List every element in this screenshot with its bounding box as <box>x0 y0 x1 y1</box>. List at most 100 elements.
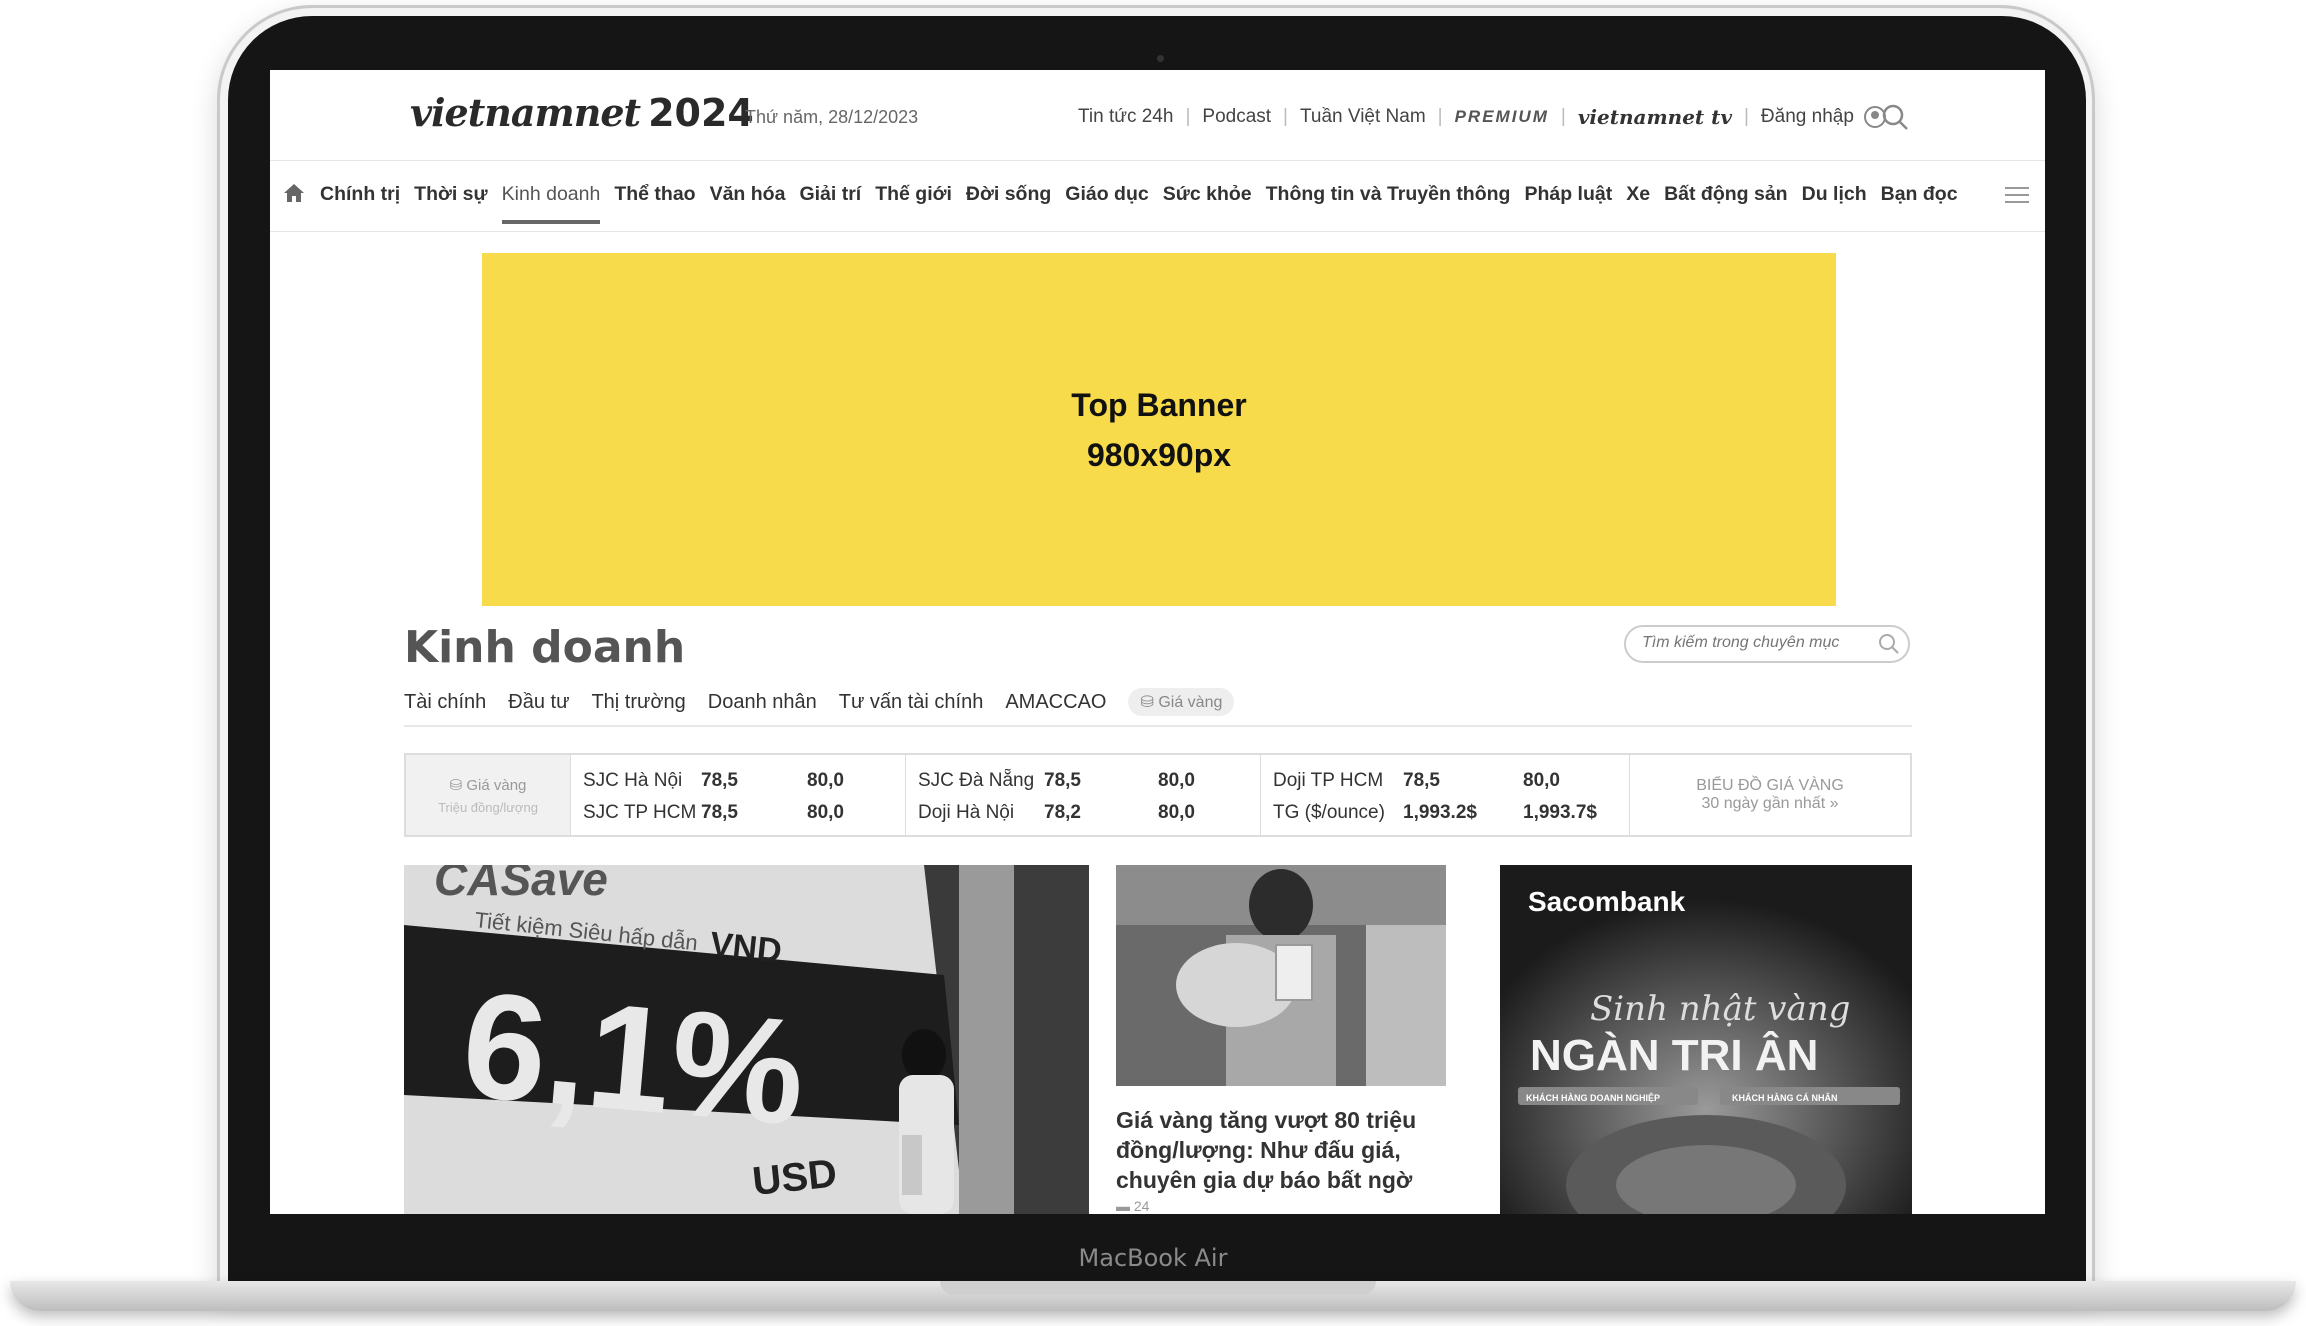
top-banner-ad[interactable]: Top Banner 980x90px <box>482 253 1836 606</box>
article-title[interactable]: Giá vàng tăng vượt 80 triệu đồng/lượng: … <box>1116 1105 1446 1195</box>
nav-item-phap-luat[interactable]: Pháp luật <box>1524 183 1612 206</box>
nav-item-van-hoa[interactable]: Văn hóa <box>710 183 786 206</box>
nav-item-kinh-doanh[interactable]: Kinh doanh <box>501 183 600 224</box>
nav-item-chinh-tri[interactable]: Chính trị <box>320 183 400 206</box>
nav-item-bat-dong-san[interactable]: Bất động sản <box>1664 183 1788 206</box>
site-logo[interactable]: vietnamnet 2024 <box>410 90 754 135</box>
gold-sell: 80,0 <box>807 770 844 791</box>
nav-item-giai-tri[interactable]: Giải trí <box>799 183 861 206</box>
gold-buy: 78,5 <box>701 770 738 791</box>
gold-chart-link[interactable]: BIỂU ĐỒ GIÁ VÀNG 30 ngày gần nhất » <box>1630 755 1910 835</box>
banner-line1: Top Banner <box>1071 386 1247 423</box>
gold-sell: 1,993.7$ <box>1523 802 1597 823</box>
logo-text: vietnamnet <box>410 90 641 135</box>
savings-usd: USD <box>750 1151 839 1204</box>
gold-name: SJC TP HCM <box>583 802 697 823</box>
nav-item-the-thao[interactable]: Thể thao <box>614 183 695 206</box>
featured-image-savings-rate[interactable]: CASave Tiết kiệm Siêu hấp dẫn VND 6,1% U… <box>404 865 1089 1214</box>
search-icon[interactable] <box>1880 102 1910 132</box>
gold-column-3: Doji TP HCM 78,5 80,0 TG ($/ounce) 1,993… <box>1261 755 1630 835</box>
nav-item-thong-tin-truyen-thong[interactable]: Thông tin và Truyền thông <box>1266 183 1511 206</box>
section-title: Kinh doanh <box>404 622 686 673</box>
banner-line2: 980x90px <box>1086 436 1232 473</box>
separator: | <box>1185 106 1191 127</box>
premium-link[interactable]: PREMIUM <box>1455 107 1549 127</box>
gold-widget-title: ⛁ Giá vàng <box>449 776 527 794</box>
gold-name: TG ($/ounce) <box>1273 802 1385 823</box>
gold-sell: 80,0 <box>807 802 844 823</box>
ad-headline: NGÀN TRI ÂN <box>1530 1030 1818 1080</box>
category-search[interactable] <box>1624 625 1910 663</box>
top-links: Tin tức 24h | Podcast | Tuần Việt Nam | … <box>1078 105 1886 129</box>
top-link-tin-tuc-24h[interactable]: Tin tức 24h <box>1078 106 1173 128</box>
browser-screen: vietnamnet 2024 Thứ năm, 28/12/2023 Tin … <box>270 70 2045 1214</box>
comment-icon: ▬ <box>1116 1198 1130 1214</box>
gold-price-pill[interactable]: ⛁ Giá vàng <box>1128 688 1235 716</box>
gold-name: SJC Đà Nẵng <box>918 770 1035 791</box>
gold-bar-icon: ⛁ <box>449 776 463 794</box>
home-icon[interactable] <box>282 181 306 205</box>
divider <box>404 725 1912 727</box>
subnav-amaccao[interactable]: AMACCAO <box>1005 691 1106 714</box>
login-link[interactable]: Đăng nhập <box>1761 106 1854 128</box>
gold-buy: 78,5 <box>701 802 738 823</box>
gold-row: TG ($/ounce) 1,993.2$ 1,993.7$ <box>1273 797 1617 829</box>
nav-item-doi-song[interactable]: Đời sống <box>966 183 1051 206</box>
gold-buy: 78,2 <box>1044 802 1081 823</box>
sacombank-ad[interactable]: Sacombank Sinh nhật vàng NGÀN TRI ÂN KHÁ… <box>1500 865 1912 1214</box>
gold-buy: 1,993.2$ <box>1403 802 1477 823</box>
subnav-thi-truong[interactable]: Thị trường <box>591 691 685 714</box>
savings-currency: VND <box>708 925 783 970</box>
section-subnav: Tài chính Đầu tư Thị trường Doanh nhân T… <box>404 688 1235 716</box>
top-link-tuan-viet-nam[interactable]: Tuần Việt Nam <box>1300 106 1426 128</box>
savings-brand: CASave <box>434 865 608 905</box>
subnav-tai-chinh[interactable]: Tài chính <box>404 691 486 714</box>
gold-sell: 80,0 <box>1523 770 1560 791</box>
nav-item-the-gioi[interactable]: Thế giới <box>875 183 952 206</box>
header-date: Thứ năm, 28/12/2023 <box>745 107 919 127</box>
main-nav: Chính trị Thời sự Kinh doanh Thể thao Vă… <box>270 160 2045 232</box>
gold-column-1: SJC Hà Nội 78,5 80,0 SJC TP HCM 78,5 80,… <box>571 755 906 835</box>
subnav-dau-tu[interactable]: Đầu tư <box>508 691 569 714</box>
ad-brand: Sacombank <box>1528 886 1686 917</box>
gold-unit: Triệu đồng/lượng <box>438 799 538 815</box>
nav-item-xe[interactable]: Xe <box>1626 183 1650 206</box>
nav-items: Chính trị Thời sự Kinh doanh Thể thao Vă… <box>320 183 1958 224</box>
gold-row: Doji TP HCM 78,5 80,0 <box>1273 765 1617 797</box>
ad-tag-personal: KHÁCH HÀNG CÁ NHÂN <box>1732 1092 1838 1103</box>
nav-item-du-lich[interactable]: Du lịch <box>1802 183 1867 206</box>
gold-row: SJC Hà Nội 78,5 80,0 <box>583 765 893 797</box>
top-link-podcast[interactable]: Podcast <box>1202 106 1271 128</box>
gold-chart-title: BIỂU ĐỒ GIÁ VÀNG <box>1696 777 1844 794</box>
camera-dot <box>1157 55 1164 62</box>
nav-item-thoi-su[interactable]: Thời sự <box>414 183 488 206</box>
hamburger-menu-icon[interactable] <box>2005 185 2029 205</box>
gold-pill-label: Giá vàng <box>1158 694 1223 711</box>
nav-item-ban-doc[interactable]: Bạn đọc <box>1881 183 1958 206</box>
comment-count[interactable]: ▬ 24 <box>1116 1198 1149 1214</box>
gold-name: Doji Hà Nội <box>918 802 1015 823</box>
savings-rate-photo: CASave Tiết kiệm Siêu hấp dẫn VND 6,1% U… <box>404 865 1089 1214</box>
category-search-icon[interactable] <box>1878 633 1900 655</box>
gold-row: SJC TP HCM 78,5 80,0 <box>583 797 893 829</box>
nav-item-giao-duc[interactable]: Giáo dục <box>1065 183 1148 206</box>
gold-name: Doji TP HCM <box>1273 770 1384 791</box>
gold-row: SJC Đà Nẵng 78,5 80,0 <box>918 765 1248 797</box>
gold-column-2: SJC Đà Nẵng 78,5 80,0 Doji Hà Nội 78,2 8… <box>906 755 1261 835</box>
device-label: MacBook Air <box>1078 1244 1228 1272</box>
separator: | <box>1283 106 1288 127</box>
featured-image-gold-bar[interactable] <box>1116 865 1446 1086</box>
gold-buy: 78,5 <box>1044 770 1081 791</box>
nav-item-suc-khoe[interactable]: Sức khỏe <box>1163 183 1252 206</box>
vietnamnet-tv-link[interactable]: vietnamnet tv <box>1578 105 1732 129</box>
gold-bar-photo <box>1116 865 1446 1086</box>
category-search-input[interactable] <box>1640 633 1874 653</box>
gold-buy: 78,5 <box>1403 770 1440 791</box>
subnav-tu-van-tai-chinh[interactable]: Tư vấn tài chính <box>839 691 984 714</box>
subnav-doanh-nhan[interactable]: Doanh nhân <box>708 691 817 714</box>
gold-price-widget: ⛁ Giá vàng Triệu đồng/lượng SJC Hà Nội 7… <box>404 753 1912 837</box>
savings-rate: 6,1% <box>456 960 811 1157</box>
ad-script: Sinh nhật vàng <box>1590 989 1850 1029</box>
separator: | <box>1560 106 1566 127</box>
gold-row: Doji Hà Nội 78,2 80,0 <box>918 797 1248 829</box>
